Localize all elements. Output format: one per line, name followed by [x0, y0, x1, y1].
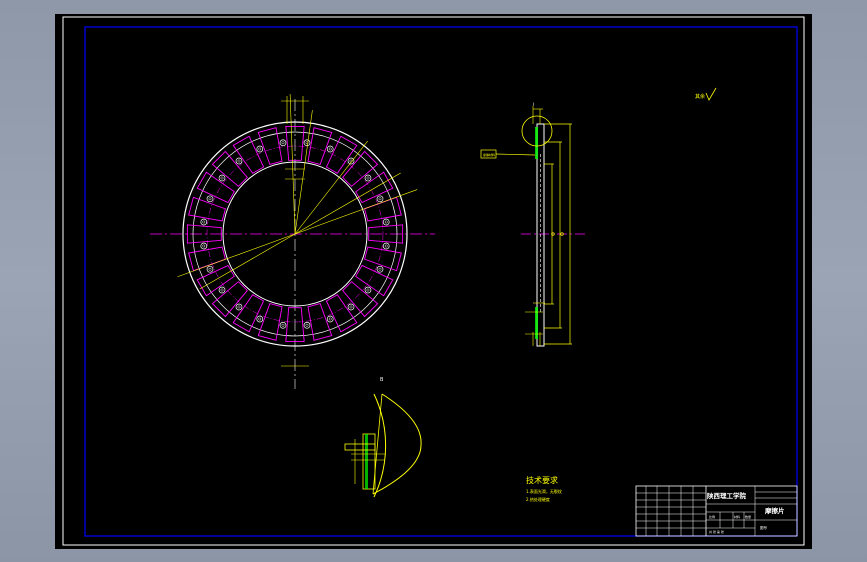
dimension-ray: [289, 94, 296, 235]
rivet-hole: [200, 218, 208, 226]
detail-label: I: [533, 102, 534, 107]
side-section-view: Φ Φ: [480, 106, 585, 347]
rivet-hole-inner: [328, 317, 332, 321]
title-scale: 比例: [709, 514, 715, 519]
leader-label: 摩擦材料: [483, 152, 495, 157]
rivet-hole: [206, 195, 214, 203]
rivet-hole: [382, 242, 390, 250]
rivet-hole-inner: [366, 176, 370, 180]
svg-text:Φ: Φ: [551, 232, 557, 236]
rivet-hole: [279, 321, 287, 329]
friction-pad: [196, 171, 235, 204]
rivet-hole: [326, 315, 334, 323]
rivet-hole: [235, 303, 243, 311]
rivet-hole-inner: [384, 220, 388, 224]
tech-requirement-2: 2.热处理硬度: [526, 496, 550, 502]
rivet-hole-inner: [237, 159, 241, 163]
svg-text:Φ: Φ: [560, 232, 566, 236]
rivet-hole: [200, 242, 208, 250]
rivet-hole-inner: [378, 197, 382, 201]
friction-pad: [342, 150, 379, 187]
rivet-hole: [279, 139, 287, 147]
rivet-hole-inner: [328, 147, 332, 151]
rivet-hole-inner: [258, 317, 262, 321]
rivet-hole: [303, 139, 311, 147]
rivet-hole: [376, 195, 384, 203]
rivet-hole-inner: [208, 197, 212, 201]
rivet-hole-inner: [305, 323, 309, 327]
rivet-hole: [256, 315, 264, 323]
friction-pad: [232, 294, 265, 333]
rivet-hole: [218, 174, 226, 182]
rivet-hole-inner: [378, 267, 382, 271]
rivet-hole-inner: [366, 288, 370, 292]
friction-pad: [355, 171, 394, 204]
rivet-hole: [206, 265, 214, 273]
rivet-hole: [364, 174, 372, 182]
title-school: 陕西理工学院: [707, 491, 747, 500]
roughness-symbol: [705, 87, 717, 101]
rivet-hole: [376, 265, 384, 273]
rivet-hole-inner: [202, 244, 206, 248]
drawing-frame: [84, 26, 798, 537]
title-part-name: 摩擦片: [765, 506, 785, 515]
title-quantity: 数量: [745, 514, 751, 519]
friction-pad: [196, 264, 235, 297]
rivet-hole-inner: [220, 288, 224, 292]
rivet-hole-inner: [202, 220, 206, 224]
friction-pad: [232, 135, 265, 174]
rivet-hole: [326, 145, 334, 153]
rivet-hole: [218, 286, 226, 294]
rivet-hole-inner: [258, 147, 262, 151]
sheet-border: [62, 16, 805, 546]
rivet-hole: [382, 218, 390, 226]
roughness-label: 其余: [695, 93, 705, 100]
friction-pad: [211, 150, 248, 187]
friction-pad: [355, 264, 394, 297]
rivet-hole-inner: [208, 267, 212, 271]
title-drawing-no: 图号: [760, 525, 768, 530]
rivet-hole: [256, 145, 264, 153]
cad-drawing: Φ Φ B I 其余 摩擦材料 技术要求 1.表面光滑，无裂纹 2.热处理硬度 …: [62, 16, 805, 546]
front-view-friction-disc: [150, 94, 435, 389]
rivet-hole: [347, 157, 355, 165]
title-sheet: 共 张 第 张: [709, 529, 724, 534]
rivet-hole-inner: [220, 176, 224, 180]
friction-pad: [211, 281, 248, 318]
tech-requirement-1: 1.表面光滑，无裂纹: [526, 488, 562, 494]
title-material: 材料: [734, 514, 740, 519]
friction-pad: [325, 135, 358, 174]
rivet-hole: [235, 157, 243, 165]
rivet-hole-inner: [281, 141, 285, 145]
tech-requirements-title: 技术要求: [526, 475, 558, 485]
detail-view-b: [344, 393, 422, 498]
cad-viewport[interactable]: Φ Φ B I 其余 摩擦材料 技术要求 1.表面光滑，无裂纹 2.热处理硬度 …: [55, 14, 812, 549]
rivet-hole-inner: [237, 305, 241, 309]
dimension-ray: [199, 233, 296, 290]
rivet-hole: [364, 286, 372, 294]
rivet-hole-inner: [281, 323, 285, 327]
rivet-hole-inner: [384, 244, 388, 248]
rivet-hole: [347, 303, 355, 311]
rivet-hole: [303, 321, 311, 329]
friction-pad: [325, 294, 358, 333]
friction-pad: [342, 281, 379, 318]
section-label: B: [380, 377, 384, 383]
rivet-hole-inner: [349, 305, 353, 309]
